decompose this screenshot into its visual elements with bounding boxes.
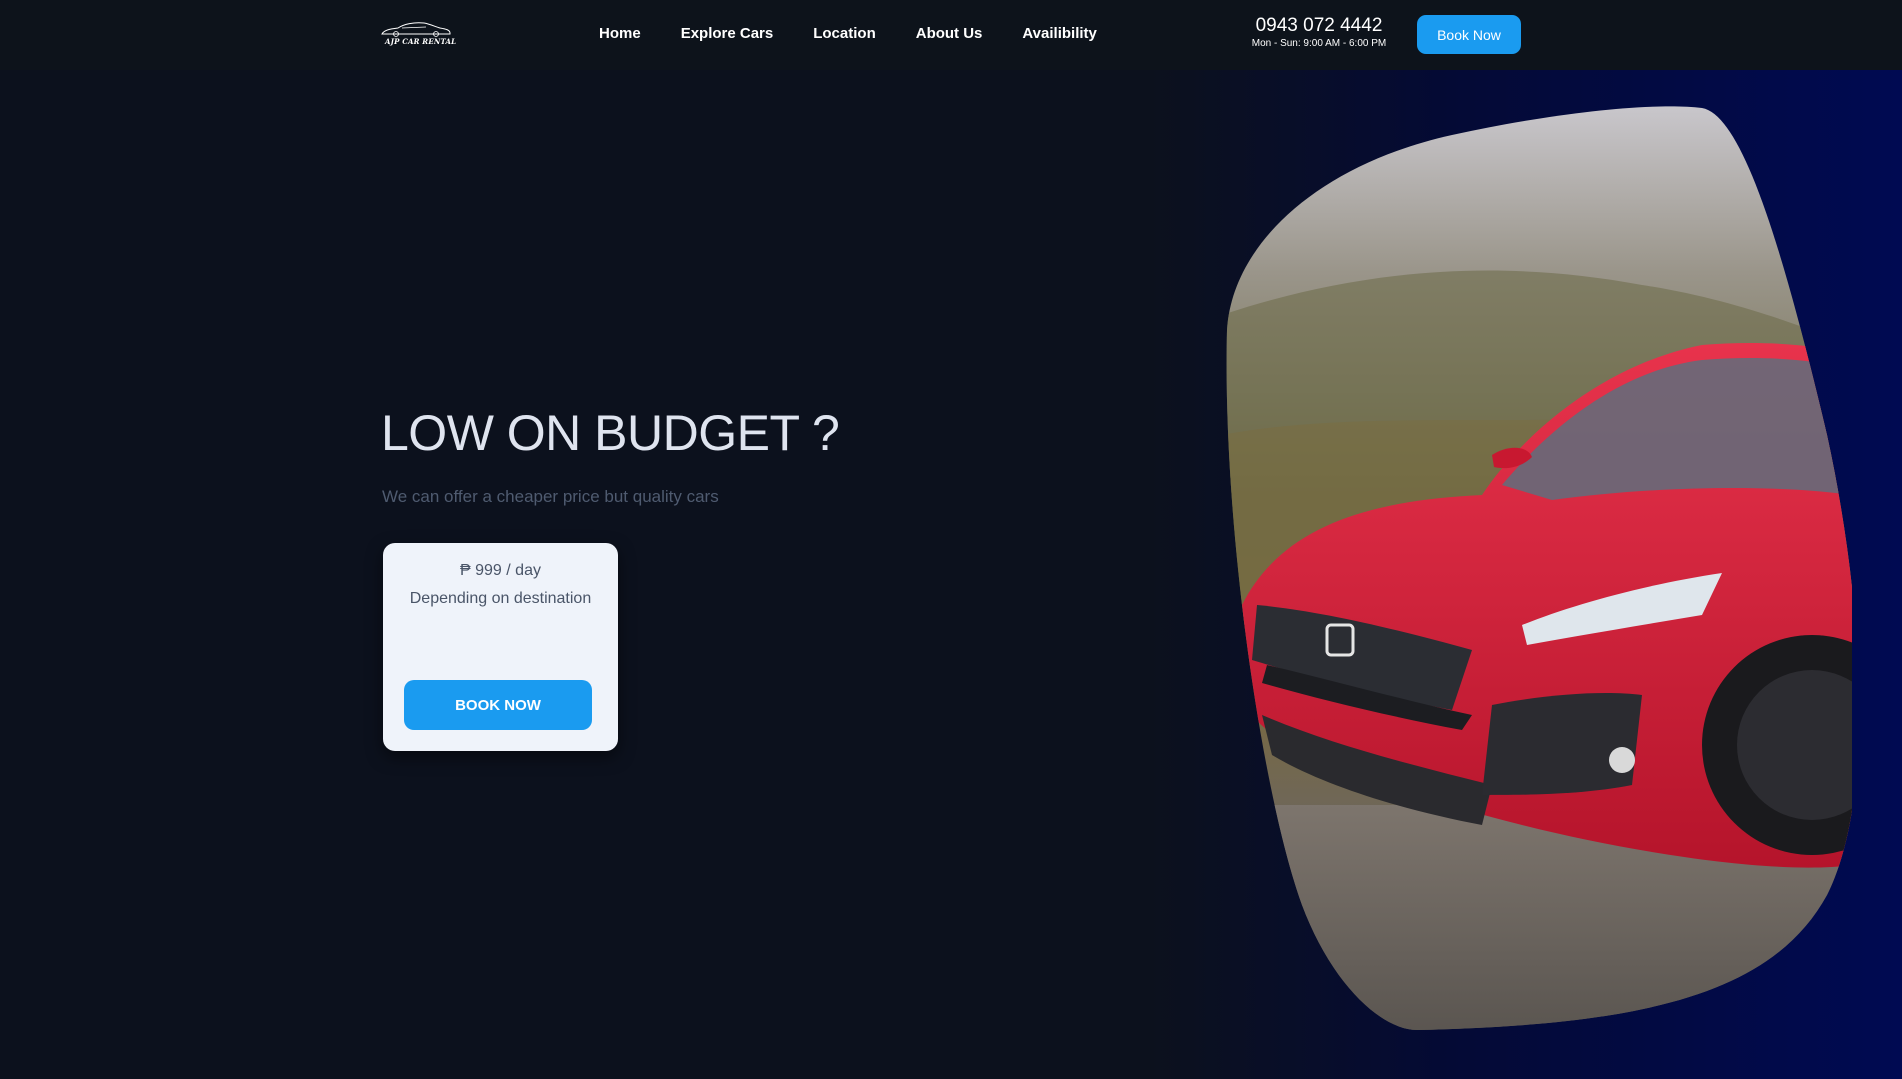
logo-text: AJP CAR RENTAL bbox=[385, 37, 457, 46]
hero-subtitle: We can offer a cheaper price but quality… bbox=[382, 487, 719, 506]
nav-home[interactable]: Home bbox=[599, 25, 641, 42]
car-silhouette-icon bbox=[381, 22, 451, 37]
page: AJP CAR RENTAL Home Explore Cars Locatio… bbox=[0, 0, 1902, 1079]
nav-availability[interactable]: Availibility bbox=[1022, 25, 1096, 42]
header-book-now-button[interactable]: Book Now bbox=[1417, 15, 1521, 54]
hero-title: LOW ON BUDGET ? bbox=[381, 405, 840, 461]
price-card: ₱ 999 / day Depending on destination BOO… bbox=[383, 543, 618, 751]
price-per-day: ₱ 999 / day bbox=[460, 562, 541, 579]
nav-location[interactable]: Location bbox=[813, 25, 876, 42]
main-nav: Home Explore Cars Location About Us Avai… bbox=[599, 25, 1097, 42]
card-book-now-button[interactable]: BOOK NOW bbox=[404, 680, 592, 730]
price-note: Depending on destination bbox=[409, 590, 592, 607]
contact-info: 0943 072 4442 Mon - Sun: 9:00 AM - 6:00 … bbox=[1250, 15, 1388, 51]
site-logo[interactable]: AJP CAR RENTAL bbox=[380, 20, 456, 48]
site-header: AJP CAR RENTAL Home Explore Cars Locatio… bbox=[0, 0, 1902, 70]
nav-explore-cars[interactable]: Explore Cars bbox=[681, 25, 774, 42]
business-hours: Mon - Sun: 9:00 AM - 6:00 PM bbox=[1251, 38, 1387, 49]
nav-about-us[interactable]: About Us bbox=[916, 25, 983, 42]
hero-car-image bbox=[1222, 105, 1852, 1035]
phone-number[interactable]: 0943 072 4442 bbox=[1250, 15, 1388, 37]
